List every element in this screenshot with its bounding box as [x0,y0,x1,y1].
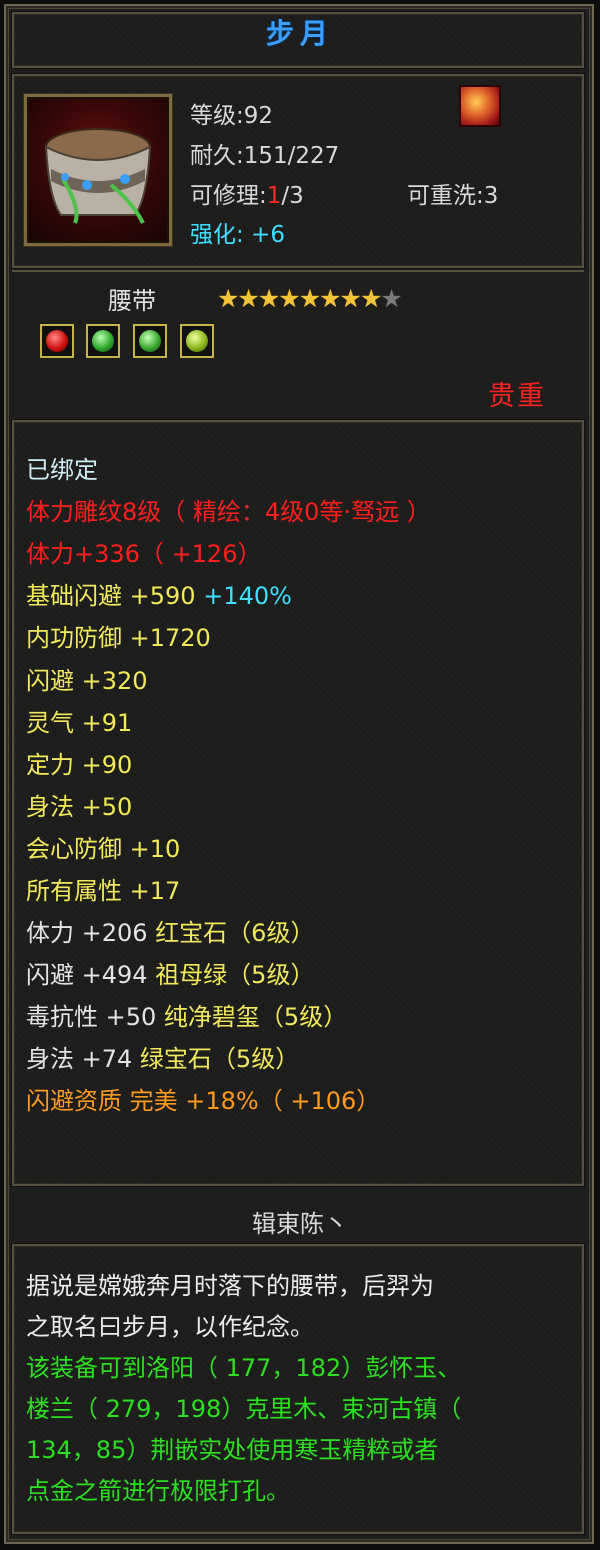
gem-slot-3[interactable] [133,324,167,358]
all-attr-stat: 所有属性 +17 [26,877,181,905]
aura-stat: 灵气 +91 [26,709,133,737]
star-filled-icon: ★ [217,284,239,313]
red-gem-icon [46,330,68,352]
rewash-text: 可重洗:3 [407,183,499,209]
level-text: 等级:92 [190,103,274,129]
phoenix-badge-icon [459,85,501,127]
bound-status: 已绑定 [26,456,98,484]
gem-slot-2[interactable] [86,324,120,358]
belt-image [44,128,152,224]
divider [12,270,584,272]
dodge-stat: 闪避 +320 [26,667,148,695]
star-filled-icon: ★ [339,284,362,313]
gem-stat-4: 身法 +74 绿宝石（5级） [26,1045,300,1073]
lore-line-1: 据说是嫦娥奔月时落下的腰带，后羿为 [26,1272,434,1300]
agility-stat: 身法 +50 [26,793,133,821]
hint-line-3: 134，85）荆嵌实处使用寒玉精粹或者 [26,1436,439,1464]
gem-stat-2: 闪避 +494 祖母绿（5级） [26,961,315,989]
stamina-stat: 体力+336（ +126） [26,540,262,568]
maker-name: 辑東陈丶 [252,1210,348,1238]
gem-stat-1: 体力 +206 红宝石（6级） [26,919,315,947]
green-gem-icon [92,330,114,352]
star-filled-icon: ★ [298,284,321,313]
rarity-label: 贵重 [488,381,546,412]
star-filled-icon: ★ [257,284,280,313]
star-filled-icon: ★ [319,284,341,313]
green-yellow-gem-icon [186,330,208,352]
hint-line-1: 该装备可到洛阳（ 177，182）彭怀玉、 [26,1354,462,1382]
inner-def-stat: 内功防御 +1720 [26,624,211,652]
durability-text: 耐久:151/227 [190,143,340,169]
crit-def-stat: 会心防御 +10 [26,835,181,863]
item-name: 步月 [265,17,334,50]
enhance-text: 强化: +6 [190,222,285,248]
focus-stat: 定力 +90 [26,751,133,779]
belt-item-icon [24,94,172,246]
star-rating: ★★★★★★★★★ [217,284,403,313]
description-text: 据说是嫦娥奔月时落下的腰带，后羿为 之取名曰步月，以作纪念。 该装备可到洛阳（ … [26,1266,578,1512]
star-filled-icon: ★ [278,284,300,313]
base-dodge-stat: 基础闪避 +590 +140% [26,582,292,610]
quality-stat: 闪避资质 完美 +18%（ +106） [26,1087,381,1115]
green-gem-icon [139,330,161,352]
star-filled-icon: ★ [359,284,382,313]
gem-slot-1[interactable] [40,324,74,358]
item-type: 腰带 [108,287,156,315]
gem-stat-3: 毒抗性 +50 纯净碧玺（5级） [26,1003,348,1031]
repair-text: 可修理:1/3 [190,183,304,209]
lore-line-2: 之取名曰步月，以作纪念。 [26,1313,314,1341]
star-filled-icon: ★ [237,284,259,313]
hint-line-4: 点金之箭进行极限打孔。 [26,1477,290,1505]
hint-line-2: 楼兰（ 279，198）克里木、束河古镇（ [26,1395,462,1423]
gem-slot-4[interactable] [180,324,214,358]
star-empty-icon: ★ [380,284,402,313]
engrave-stat: 体力雕纹8级（ 精绘：4级0等·驽远 ） [26,498,431,526]
